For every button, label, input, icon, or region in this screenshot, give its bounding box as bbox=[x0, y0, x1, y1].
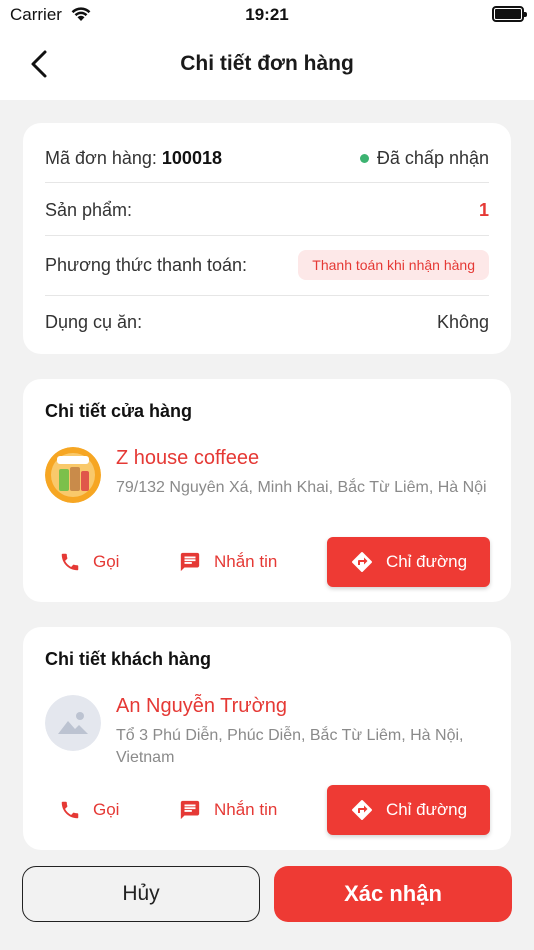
customer-address: Tổ 3 Phú Diễn, Phúc Diễn, Bắc Từ Liêm, H… bbox=[116, 727, 464, 766]
payment-row: Phương thức thanh toán: Thanh toán khi n… bbox=[45, 236, 489, 294]
customer-message-button[interactable]: Nhắn tin bbox=[178, 785, 277, 835]
cutlery-label: Dụng cụ ăn: bbox=[45, 311, 143, 332]
phone-icon bbox=[61, 553, 79, 571]
order-code-value: 100018 bbox=[161, 147, 222, 168]
payment-label: Phương thức thanh toán: bbox=[45, 254, 248, 275]
products-row: Sản phẩm: 1 bbox=[45, 181, 489, 239]
customer-heading: Chi tiết khách hàng bbox=[45, 649, 212, 669]
customer-directions-button[interactable]: Chỉ đường bbox=[327, 785, 490, 835]
top-bar: Carrier 19:21 Chi tiết đơn hàng bbox=[0, 0, 534, 100]
store-name[interactable]: Z house coffeee bbox=[116, 447, 259, 470]
store-directions-label: Chỉ đường bbox=[385, 552, 468, 571]
store-logo bbox=[45, 447, 101, 503]
payment-method-badge: Thanh toán khi nhận hàng bbox=[298, 250, 489, 280]
store-call-button[interactable]: Gọi bbox=[59, 537, 119, 587]
products-count: 1 bbox=[478, 199, 489, 220]
avatar-placeholder-icon bbox=[45, 695, 101, 751]
page-title: Chi tiết đơn hàng bbox=[180, 52, 354, 75]
order-status: Đã chấp nhận bbox=[359, 147, 489, 169]
cancel-button[interactable]: Hủy bbox=[22, 866, 260, 922]
confirm-button[interactable]: Xác nhận bbox=[274, 866, 512, 922]
directions-icon bbox=[351, 552, 372, 572]
status-bar: Carrier 19:21 bbox=[0, 0, 534, 30]
phone-icon bbox=[61, 801, 79, 819]
customer-call-label: Gọi bbox=[93, 800, 120, 819]
cutlery-row: Dụng cụ ăn: Không bbox=[45, 293, 489, 351]
store-heading: Chi tiết cửa hàng bbox=[45, 401, 193, 421]
order-code-label: Mã đơn hàng: bbox=[45, 147, 157, 168]
clock: 19:21 bbox=[245, 5, 289, 24]
customer-message-label: Nhắn tin bbox=[214, 800, 278, 819]
customer-directions-label: Chỉ đường bbox=[385, 800, 468, 819]
customer-details-card: Chi tiết khách hàng An Nguyễn Trường Tổ … bbox=[23, 627, 511, 850]
store-details-card: Chi tiết cửa hàng Z house coffeee 79/132… bbox=[23, 379, 511, 602]
store-message-button[interactable]: Nhắn tin bbox=[178, 537, 277, 587]
store-call-label: Gọi bbox=[93, 552, 120, 571]
message-icon bbox=[180, 552, 200, 572]
message-icon bbox=[180, 800, 200, 820]
directions-icon bbox=[351, 800, 372, 820]
store-message-label: Nhắn tin bbox=[214, 552, 278, 571]
battery-icon bbox=[492, 6, 527, 22]
cutlery-value: Không bbox=[436, 311, 489, 332]
order-code-row: Mã đơn hàng: 100018 Đã chấp nhận bbox=[45, 129, 489, 187]
store-address: 79/132 Nguyên Xá, Minh Khai, Bắc Từ Liêm… bbox=[116, 479, 487, 496]
customer-name[interactable]: An Nguyễn Trường bbox=[116, 695, 287, 718]
status-dot-icon bbox=[359, 153, 369, 163]
customer-call-button[interactable]: Gọi bbox=[59, 785, 119, 835]
products-label: Sản phẩm: bbox=[45, 199, 133, 220]
store-directions-button[interactable]: Chỉ đường bbox=[327, 537, 490, 587]
order-summary-card: Mã đơn hàng: 100018 Đã chấp nhận Sản phẩ… bbox=[23, 123, 511, 354]
order-status-text: Đã chấp nhận bbox=[376, 147, 489, 168]
